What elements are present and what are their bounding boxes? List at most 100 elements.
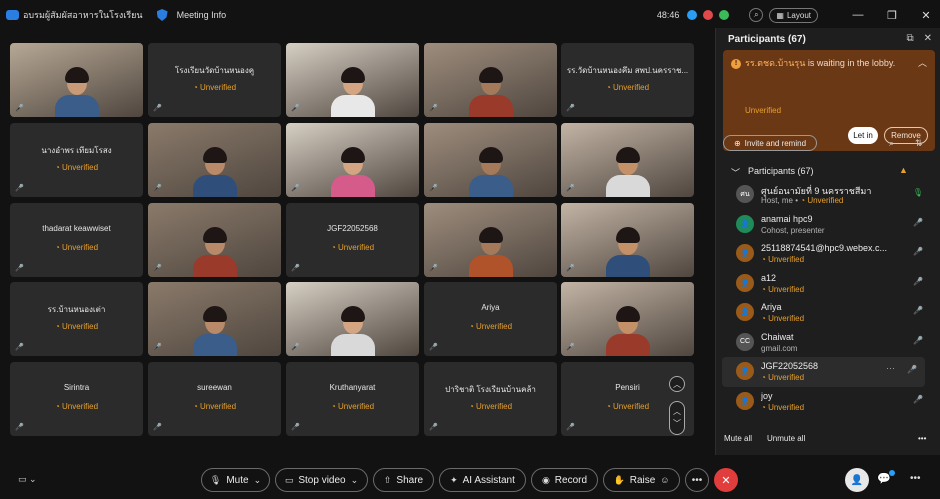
record-button[interactable]: ◉ Record [531, 468, 598, 492]
page-scroller[interactable]: ︿ ﹀ [669, 401, 685, 435]
participant-tile[interactable]: 🎤 [561, 282, 694, 356]
restore-icon[interactable]: ❐ [878, 0, 906, 30]
muted-mic-icon[interactable]: 🎤 [913, 306, 923, 315]
raise-hand-button[interactable]: ✋ Raise ☺ [603, 468, 680, 492]
participant-tile-name: JGF22052568 [327, 224, 378, 233]
share-button[interactable]: ⇧ Share [373, 468, 434, 492]
muted-mic-icon[interactable]: 🎤 [913, 218, 923, 227]
chevron-down-icon[interactable]: ⌄ [254, 475, 262, 486]
participant-tile[interactable]: 🎤 [424, 203, 557, 277]
security-status-icon[interactable] [687, 10, 698, 20]
participant-tile[interactable]: 🎤 [424, 123, 557, 197]
participant-tile[interactable]: JGF22052568 ◔ Unverified 🎤 [286, 203, 419, 277]
share-icon: ⇧ [383, 474, 392, 485]
participant-tile[interactable]: 🎤 [561, 203, 694, 277]
participant-tile[interactable]: 🎤 [10, 43, 143, 117]
muted-mic-icon: 🎤 [291, 265, 300, 272]
participant-tile[interactable]: 🎤 [148, 203, 281, 277]
reactions-icon[interactable]: ☺ [660, 475, 669, 485]
ai-assistant-button[interactable]: ✦ AI Assistant [439, 468, 526, 492]
close-panel-icon[interactable]: ✕ [924, 33, 932, 44]
participant-tile[interactable]: 🎤 [286, 282, 419, 356]
lock-icon[interactable]: ▲ [899, 165, 908, 175]
participants-button[interactable]: 👤 [845, 468, 869, 492]
popout-icon[interactable]: ⧉ [906, 33, 913, 44]
meeting-info-link[interactable]: Meeting Info [177, 10, 227, 20]
zoom-icon[interactable]: ⌕ [749, 8, 764, 22]
shield-icon[interactable] [156, 9, 168, 21]
minimize-icon[interactable]: — [844, 0, 872, 30]
chevron-down-icon[interactable]: ﹀ [673, 418, 681, 430]
participant-row[interactable]: 👤 25118874541@hpc9.webex.c... ◔ Unverified… [716, 239, 931, 269]
participant-row[interactable]: 👤 a12 ◔ Unverified 🎤 [716, 269, 931, 299]
video-grid: 🎤 โรงเรียนวัดบ้านหนองคู ◔ Unverified 🎤 🎤 🎤 รร.… [10, 43, 696, 437]
participant-tile[interactable]: รร.บ้านหนองเต่า ◔ Unverified 🎤 [10, 282, 143, 356]
overflow-menu-icon[interactable]: ••• [910, 473, 921, 484]
more-options-icon[interactable]: ··· [886, 363, 895, 373]
unverified-label: Unverified [62, 322, 99, 331]
participant-row[interactable]: CC Chaiwat gmail.com 🎤 [716, 328, 931, 358]
scroll-up-icon[interactable]: ︿ [669, 376, 685, 392]
participant-tile[interactable]: 🎤 [424, 43, 557, 117]
participant-subtitle: Host, me • ◔ Unverified [761, 196, 843, 205]
participant-tile[interactable]: Kruthanyarat ◔ Unverified 🎤 [286, 362, 419, 436]
participant-tile[interactable]: Ariya ◔ Unverified 🎤 [424, 282, 557, 356]
closed-captions-icon[interactable]: ▭ ⌄ [18, 474, 37, 485]
participant-tile[interactable]: thadarat keawwiset ◔ Unverified 🎤 [10, 203, 143, 277]
more-options-button[interactable]: ••• [685, 468, 709, 492]
participant-tile[interactable]: sureewan ◔ Unverified 🎤 [148, 362, 281, 436]
close-icon[interactable]: ✕ [912, 0, 940, 30]
layout-icon: ▦ [776, 10, 784, 20]
participant-row[interactable]: 👤 JGF22052568 ◔ Unverified ··· 🎤 [722, 357, 925, 387]
stop-video-label: Stop video [298, 474, 346, 486]
guest-icon: 👤 [740, 220, 750, 228]
layout-button[interactable]: ▦ Layout [769, 7, 818, 23]
participant-video [54, 67, 99, 117]
webex-logo-icon [6, 10, 19, 20]
invite-and-remind-button[interactable]: ⊕ Invite and remind [723, 135, 817, 151]
participant-row[interactable]: 👤 joy ◔ Unverified 🎤 [716, 387, 931, 417]
unverified-icon: ◔ [761, 284, 769, 294]
collapse-chevron-icon[interactable]: ︿ [918, 56, 927, 69]
unmuted-mic-icon[interactable]: 🎙 [913, 188, 923, 197]
participant-tile[interactable]: 🎤 [286, 43, 419, 117]
participant-video [330, 306, 375, 356]
participant-tile[interactable]: Sirintra ◔ Unverified 🎤 [10, 362, 143, 436]
chevron-down-icon[interactable]: ⌄ [351, 475, 359, 486]
guest-icon: 👤 [740, 279, 750, 287]
participant-tile[interactable]: รร.วัดบ้านหนองคึม สพป.นครราช... ◔ Unverif… [561, 43, 694, 117]
participant-tile[interactable]: 🎤 [148, 282, 281, 356]
participant-tile[interactable]: 🎤 [286, 123, 419, 197]
mute-label: Mute [226, 474, 249, 486]
muted-mic-icon[interactable]: 🎤 [913, 336, 923, 345]
participant-tile[interactable]: โรงเรียนวัดบ้านหนองคู ◔ Unverified 🎤 [148, 43, 281, 117]
sort-icon[interactable]: ⇅ [915, 138, 923, 149]
muted-mic-icon[interactable]: 🎤 [913, 247, 923, 256]
connection-status-icon[interactable] [719, 10, 730, 20]
participant-tile[interactable]: นางอำพร เทียมโรสง ◔ Unverified 🎤 [10, 123, 143, 197]
participant-tile[interactable]: ปาริชาติ โรงเรียนบ้านคล้า ◔ Unverified 🎤 [424, 362, 557, 436]
share-label: Share [396, 474, 424, 486]
muted-mic-icon[interactable]: 🎤 [913, 395, 923, 404]
muted-mic-icon[interactable]: 🎤 [913, 277, 923, 286]
unmute-all-button[interactable]: Unmute all [767, 434, 805, 443]
chevron-up-icon[interactable]: ︿ [673, 406, 681, 418]
stop-video-button[interactable]: ▭ Stop video ⌄ [275, 468, 368, 492]
search-icon[interactable]: ⌕ [889, 138, 894, 149]
let-in-button[interactable]: Let in [848, 127, 878, 144]
muted-mic-icon[interactable]: 🎤 [907, 365, 917, 374]
participant-row[interactable]: 👤 anamai hpc9 Cohost, presenter 🎤 [716, 210, 931, 240]
more-options-icon[interactable]: ••• [918, 434, 926, 443]
lobby-message: รร.ตชด.บ้านรุน is waiting in the lobby. [745, 57, 915, 70]
participant-row[interactable]: 👤 Ariya ◔ Unverified 🎤 [716, 298, 931, 328]
mute-button[interactable]: 🎙 Mute ⌄ [201, 468, 270, 492]
participant-tile-name: รร.บ้านหนองเต่า [47, 305, 106, 314]
participant-tile[interactable]: 🎤 [561, 123, 694, 197]
mute-all-button[interactable]: Mute all [724, 434, 752, 443]
participant-row[interactable]: ศน ศูนย์อนามัยที่ 9 นครราชสีมา Host, me • … [716, 180, 931, 210]
end-meeting-button[interactable]: ✕ [714, 468, 738, 492]
recording-status-icon[interactable] [703, 10, 714, 20]
participant-tile[interactable]: 🎤 [148, 123, 281, 197]
participants-section-header[interactable]: ﹀ Participants (67) [731, 166, 814, 179]
participant-name: joy [761, 390, 773, 401]
